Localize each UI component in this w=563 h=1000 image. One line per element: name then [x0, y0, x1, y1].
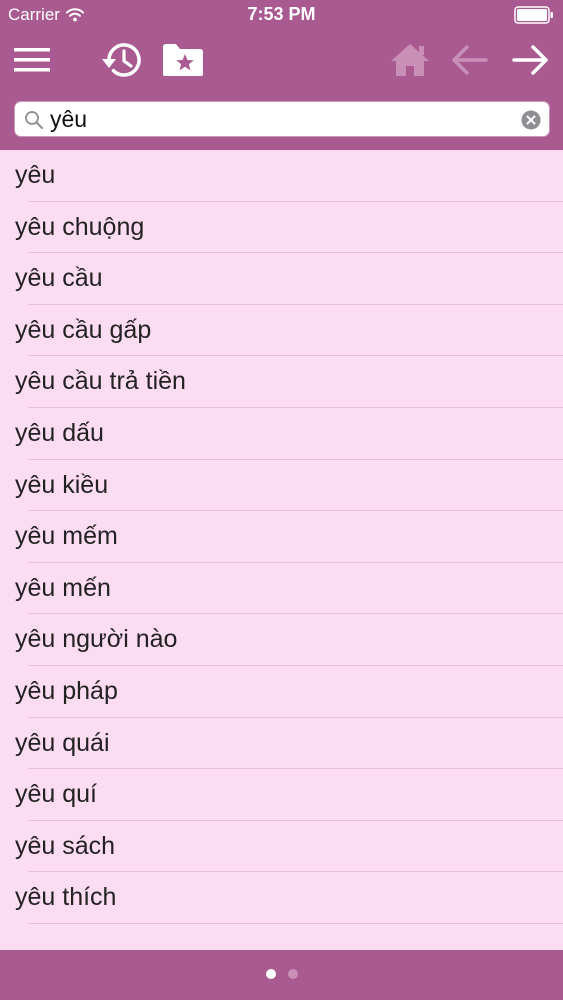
status-bar: Carrier 7:53 PM — [0, 0, 563, 30]
forward-arrow-icon — [512, 45, 548, 75]
list-item[interactable]: yêu người nào — [0, 614, 563, 666]
clock: 7:53 PM — [247, 4, 316, 24]
history-button[interactable] — [98, 30, 146, 90]
search-icon — [25, 111, 43, 129]
back-button[interactable] — [446, 30, 494, 90]
list-item[interactable]: yêu cầu gấp — [0, 305, 563, 357]
favorites-button[interactable] — [159, 30, 207, 90]
forward-button[interactable] — [506, 30, 554, 90]
menu-button[interactable] — [8, 30, 56, 90]
search-input[interactable] — [50, 104, 520, 134]
page-dot[interactable] — [287, 969, 298, 979]
home-button[interactable] — [386, 30, 434, 90]
page-indicator[interactable] — [0, 969, 563, 979]
list-item[interactable]: yêu quái — [0, 718, 563, 770]
list-item[interactable]: yêu sách — [0, 821, 563, 873]
list-item[interactable]: yêu mếm — [0, 511, 563, 563]
list-item[interactable]: yêu kiều — [0, 460, 563, 512]
menu-icon — [14, 48, 50, 72]
list-item[interactable]: yêu mến — [0, 563, 563, 615]
results-list: yêu yêu chuộng yêu cầu yêu cầu gấp yêu c… — [0, 150, 563, 950]
list-item[interactable]: yêu cầu trả tiền — [0, 356, 563, 408]
toolbar — [0, 30, 563, 90]
home-icon — [391, 44, 429, 76]
list-item[interactable]: yêu dấu — [0, 408, 563, 460]
favorites-folder-icon — [163, 44, 203, 76]
history-icon — [102, 43, 141, 77]
page-dot[interactable] — [265, 969, 276, 979]
app-screen: Carrier 7:53 PM yêu yêu yêu chuộng yêu c… — [0, 0, 563, 1000]
list-item[interactable]: yêu chuộng — [0, 202, 563, 254]
list-item[interactable]: yêu thích — [0, 872, 563, 924]
back-arrow-icon — [452, 45, 488, 75]
battery-icon — [514, 6, 553, 24]
list-item[interactable]: yêu pháp — [0, 666, 563, 718]
search-field[interactable] — [14, 101, 550, 137]
list-item[interactable]: yêu quí — [0, 769, 563, 821]
clear-icon[interactable] — [521, 110, 541, 130]
search-bar — [0, 90, 563, 150]
list-item[interactable]: yêu — [0, 150, 563, 202]
list-item[interactable]: yêu cầu — [0, 253, 563, 305]
bottom-bar — [0, 950, 563, 1000]
